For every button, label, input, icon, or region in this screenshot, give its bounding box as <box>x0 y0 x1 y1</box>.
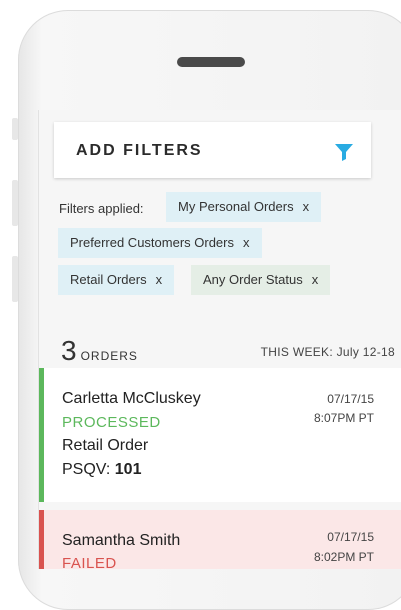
order-status: PROCESSED <box>62 414 161 431</box>
filter-chip-retail-orders[interactable]: Retail Orders x <box>58 265 175 295</box>
order-date: 07/17/15 <box>327 530 374 544</box>
order-status: FAILED <box>62 555 117 569</box>
psqv-label: PSQV: <box>62 461 111 478</box>
add-filters-title: ADD FILTERS <box>76 142 203 159</box>
filter-chip-label: Preferred Customers Orders <box>70 235 234 250</box>
filter-chip-label: Retail Orders <box>70 272 147 287</box>
order-time: 8:02PM PT <box>313 550 374 564</box>
order-type: Retail Order <box>62 437 149 454</box>
phone-speaker <box>177 57 245 67</box>
customer-name: Carletta McCluskey <box>62 390 201 407</box>
remove-filter-icon[interactable]: x <box>303 199 310 214</box>
filters-applied-label: Filters applied: <box>59 201 144 216</box>
phone-side-button <box>12 256 18 302</box>
orders-count-number: 3 <box>61 335 77 366</box>
psqv: PSQV: 101 <box>62 461 141 479</box>
remove-filter-icon[interactable]: x <box>312 272 319 287</box>
psqv-value: 101 <box>114 461 142 478</box>
week-range: THIS WEEK: July 12-18 <box>260 345 395 359</box>
orders-count-label: ORDERS <box>80 349 138 363</box>
filter-chip-label: My Personal Orders <box>178 199 294 214</box>
remove-filter-icon[interactable]: x <box>156 272 163 287</box>
orders-count: 3 ORDERS <box>61 335 138 367</box>
add-filters-bar[interactable]: ADD FILTERS <box>54 122 371 178</box>
funnel-icon[interactable] <box>334 142 354 162</box>
customer-name: Samantha Smith <box>62 532 181 549</box>
order-card[interactable]: Carletta McCluskey PROCESSED Retail Orde… <box>39 368 401 502</box>
order-date: 07/17/15 <box>327 392 374 406</box>
filter-chip-any-order-status[interactable]: Any Order Status x <box>191 265 331 295</box>
phone-side-button <box>12 118 18 140</box>
order-time: 8:07PM PT <box>313 411 374 425</box>
phone-side-button <box>12 180 18 226</box>
order-card[interactable]: Samantha Smith FAILED 07/17/15 8:02PM PT <box>39 510 401 569</box>
filter-chip-preferred-customers-orders[interactable]: Preferred Customers Orders x <box>58 228 262 258</box>
remove-filter-icon[interactable]: x <box>243 235 250 250</box>
filter-chip-label: Any Order Status <box>203 272 303 287</box>
filter-chip-my-personal-orders[interactable]: My Personal Orders x <box>166 192 322 222</box>
phone-screen: ADD FILTERS Filters applied: My Personal… <box>39 110 401 569</box>
